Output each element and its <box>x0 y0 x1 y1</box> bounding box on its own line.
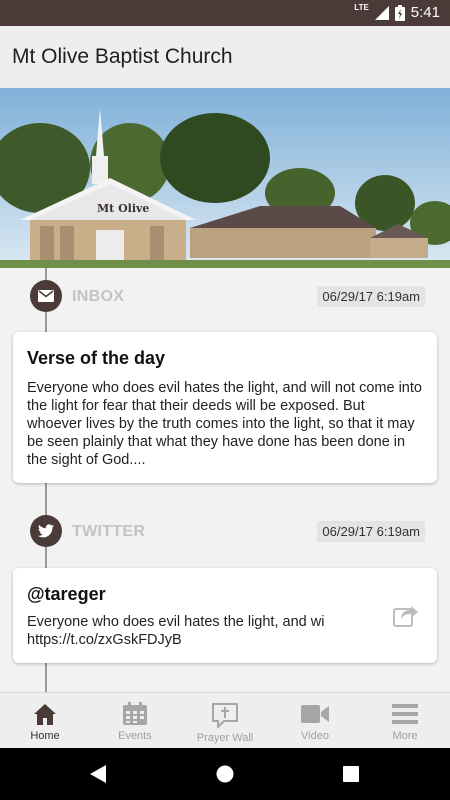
prayer-cross-bubble-icon <box>212 703 238 728</box>
clock: 5:41 <box>410 4 440 21</box>
church-sign-text: Mt Olive <box>97 202 149 215</box>
back-icon[interactable] <box>89 765 107 783</box>
nav-label: Home <box>30 730 60 742</box>
nav-more[interactable]: More <box>360 693 450 748</box>
card-body: Everyone who does evil hates the light, … <box>27 380 422 468</box>
network-type: LTE <box>354 3 369 12</box>
home-circle-icon[interactable] <box>216 765 234 783</box>
battery-icon <box>394 4 405 21</box>
nav-prayer-wall[interactable]: Prayer Wall <box>180 693 270 748</box>
share-icon[interactable] <box>393 603 419 632</box>
bottom-navigation: Home Events Prayer Wall Video More <box>0 692 450 748</box>
nav-video[interactable]: Video <box>270 693 360 748</box>
menu-icon <box>392 704 418 724</box>
tweet-text: Everyone who does evil hates the light, … <box>27 614 325 630</box>
nav-label: Prayer Wall <box>196 732 254 744</box>
system-navigation-bar <box>0 748 450 800</box>
church-hero-image: Mt Olive <box>0 88 450 268</box>
tweet-card[interactable]: @tareger Everyone who does evil hates th… <box>13 568 437 663</box>
feed-timestamp: 06/29/17 6:19am <box>317 286 425 307</box>
app-bar: Mt Olive Baptist Church <box>0 26 450 88</box>
nav-label: Events <box>118 730 152 742</box>
tweet-link[interactable]: https://t.co/zxGskFDJyB <box>27 631 423 649</box>
envelope-icon <box>30 280 62 312</box>
verse-card[interactable]: Verse of the day Everyone who does evil … <box>13 332 437 483</box>
status-bar: LTE 5:41 <box>0 0 450 26</box>
nav-label: Video <box>301 730 329 742</box>
feed-source-label: INBOX <box>72 288 125 305</box>
status-indicators: LTE 5:41 <box>354 3 440 21</box>
app-title: Mt Olive Baptist Church <box>12 45 233 68</box>
feed-source-label: TWITTER <box>72 523 146 540</box>
nav-home[interactable]: Home <box>0 693 90 748</box>
nav-label: More <box>392 730 418 742</box>
twitter-bird-icon <box>30 515 62 547</box>
nav-events[interactable]: Events <box>90 693 180 748</box>
tweet-author: @tareger <box>27 584 106 604</box>
feed-header-inbox: INBOX 06/29/17 6:19am <box>30 280 425 312</box>
card-title: Verse of the day <box>27 348 166 368</box>
home-icon <box>34 704 56 725</box>
calendar-icon <box>123 702 147 725</box>
recents-icon[interactable] <box>343 766 359 782</box>
feed-timestamp: 06/29/17 6:19am <box>317 521 425 542</box>
video-camera-icon <box>301 705 329 723</box>
activity-feed[interactable]: INBOX 06/29/17 6:19am Verse of the day E… <box>0 268 450 692</box>
signal-icon <box>374 5 389 20</box>
feed-header-twitter: TWITTER 06/29/17 6:19am <box>30 515 425 547</box>
